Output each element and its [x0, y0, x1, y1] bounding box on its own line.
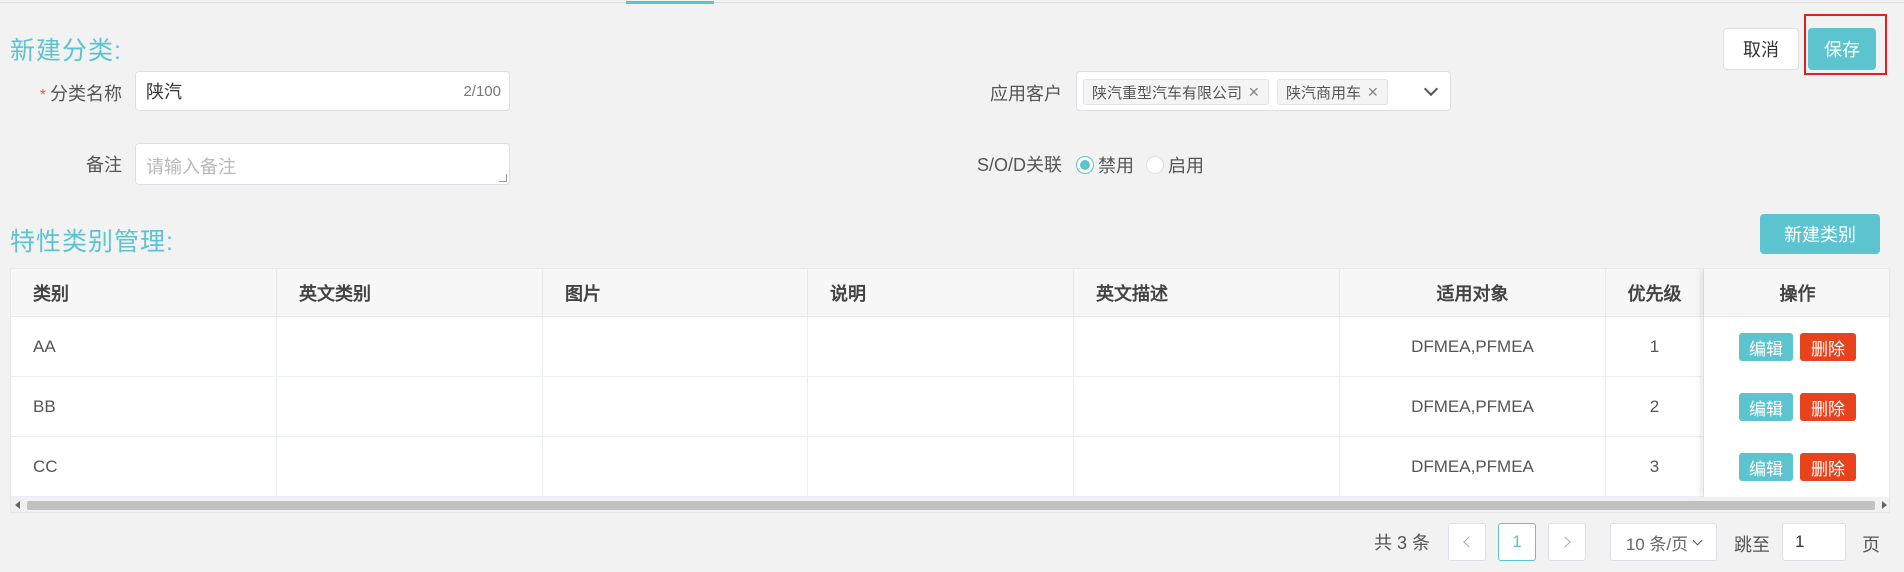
customer-label: 应用客户 — [990, 84, 1062, 104]
col-header-en-desc[interactable]: 英文描述 — [1074, 269, 1340, 317]
cell-en-desc — [1074, 377, 1340, 437]
required-mark: * — [39, 87, 46, 104]
col-header-en-desc-text: 英文描述 — [1096, 284, 1168, 304]
new-category-button[interactable]: 新建类别 — [1760, 214, 1880, 254]
col-header-target[interactable]: 适用对象 — [1340, 269, 1606, 317]
remark-label: 备注 — [86, 155, 122, 175]
category-name-label-text: 分类名称 — [50, 84, 122, 104]
delete-button[interactable]: 删除 — [1800, 393, 1856, 421]
cell-category: CC — [11, 437, 277, 497]
goto-page-input[interactable]: 1 — [1782, 523, 1846, 561]
cell-desc — [808, 377, 1074, 437]
edit-button[interactable]: 编辑 — [1739, 393, 1793, 421]
table-header: 类别 英文类别 图片 说明 英文描述 适用对象 优先级 — [11, 269, 1889, 317]
col-header-en-category[interactable]: 英文类别 — [277, 269, 543, 317]
cell-image — [543, 437, 808, 497]
cell-priority: 3 — [1606, 437, 1704, 497]
cell-desc — [808, 317, 1074, 377]
pagination-total: 共 3 条 — [1374, 533, 1431, 553]
radio-unchecked-icon[interactable] — [1146, 156, 1164, 174]
cell-en-desc — [1074, 437, 1340, 497]
page-size-select[interactable]: 10 条/页 — [1610, 523, 1717, 561]
close-icon[interactable]: ✕ — [1367, 84, 1379, 101]
delete-button[interactable]: 删除 — [1800, 453, 1856, 481]
radio-label: 启用 — [1168, 156, 1204, 176]
resize-grip-icon[interactable] — [499, 174, 507, 182]
radio-enabled[interactable]: 启用 — [1146, 152, 1204, 178]
chevron-left-icon — [1463, 536, 1475, 548]
scroll-right-icon[interactable] — [1882, 501, 1887, 509]
radio-disabled[interactable]: 禁用 — [1076, 152, 1134, 178]
cell-category: BB — [11, 377, 277, 437]
goto-label: 跳至 — [1734, 535, 1770, 555]
cell-target: DFMEA,PFMEA — [1340, 437, 1606, 497]
col-header-category[interactable]: 类别 — [11, 269, 277, 317]
col-header-image[interactable]: 图片 — [543, 269, 808, 317]
sod-label: S/O/D关联 — [976, 155, 1062, 175]
cell-category: AA — [11, 317, 277, 377]
save-button[interactable]: 保存 — [1808, 28, 1876, 70]
cell-priority: 2 — [1606, 377, 1704, 437]
cell-priority: 1 — [1606, 317, 1704, 377]
table-row: CC DFMEA,PFMEA 3 — [11, 437, 1889, 497]
category-name-counter: 2/100 — [463, 82, 501, 100]
customer-tag: 陕汽重型汽车有限公司 ✕ — [1083, 79, 1269, 105]
remark-textarea[interactable]: 请输入备注 — [135, 143, 510, 185]
cell-image — [543, 377, 808, 437]
table-row: AA DFMEA,PFMEA 1 — [11, 317, 1889, 377]
characteristics-table: 类别 英文类别 图片 说明 英文描述 适用对象 优先级 AA DFMEA,PFM… — [10, 268, 1890, 513]
cell-target: DFMEA,PFMEA — [1340, 377, 1606, 437]
close-icon[interactable]: ✕ — [1248, 84, 1260, 101]
cell-en-category — [277, 437, 543, 497]
page-suffix: 页 — [1862, 535, 1880, 555]
page-size-value: 10 条/页 — [1625, 534, 1689, 554]
radio-label: 禁用 — [1098, 156, 1134, 176]
page-root: 新建分类: 取消 保存 * 分类名称 陕汽 2/100 备注 请输入备注 应用客户… — [0, 0, 1904, 572]
customer-tag: 陕汽商用车 ✕ — [1277, 79, 1388, 105]
cell-target: DFMEA,PFMEA — [1340, 317, 1606, 377]
cell-en-desc — [1074, 317, 1340, 377]
next-page-button[interactable] — [1548, 523, 1586, 561]
delete-button[interactable]: 删除 — [1800, 333, 1856, 361]
cell-en-category — [277, 317, 543, 377]
customer-tag-label: 陕汽商用车 — [1286, 84, 1362, 102]
edit-button[interactable]: 编辑 — [1739, 453, 1793, 481]
form-section-title: 新建分类: — [10, 37, 122, 65]
col-header-priority[interactable]: 优先级 — [1606, 269, 1704, 317]
col-header-desc[interactable]: 说明 — [808, 269, 1074, 317]
chevron-down-icon — [1692, 535, 1703, 545]
edit-button[interactable]: 编辑 — [1739, 333, 1793, 361]
chevron-right-icon — [1559, 536, 1571, 548]
cell-en-category — [277, 377, 543, 437]
characteristics-section-title: 特性类别管理: — [10, 228, 174, 256]
ops-column: 操作 编辑 删除 编辑 删除 编辑 删除 — [1704, 269, 1889, 497]
scroll-left-icon[interactable] — [15, 501, 20, 509]
cancel-button[interactable]: 取消 — [1723, 28, 1799, 70]
page-number-button[interactable]: 1 — [1498, 523, 1536, 561]
table-row: BB DFMEA,PFMEA 2 — [11, 377, 1889, 437]
chevron-down-icon[interactable] — [1423, 81, 1439, 97]
category-name-value: 陕汽 — [146, 82, 182, 102]
active-tab-indicator — [626, 1, 714, 4]
category-name-input[interactable]: 陕汽 2/100 — [135, 71, 510, 111]
top-divider — [0, 2, 1904, 3]
radio-checked-icon[interactable] — [1076, 156, 1094, 174]
horizontal-scrollbar[interactable] — [11, 497, 1889, 512]
customer-select[interactable]: 陕汽重型汽车有限公司 ✕ 陕汽商用车 ✕ — [1076, 71, 1451, 111]
category-name-label: * 分类名称 — [30, 80, 122, 106]
scrollbar-thumb[interactable] — [27, 501, 1875, 510]
prev-page-button[interactable] — [1448, 523, 1486, 561]
remark-placeholder: 请输入备注 — [146, 157, 236, 177]
cell-image — [543, 317, 808, 377]
cell-desc — [808, 437, 1074, 497]
col-header-ops: 操作 — [1704, 269, 1889, 317]
customer-tag-label: 陕汽重型汽车有限公司 — [1092, 84, 1243, 102]
